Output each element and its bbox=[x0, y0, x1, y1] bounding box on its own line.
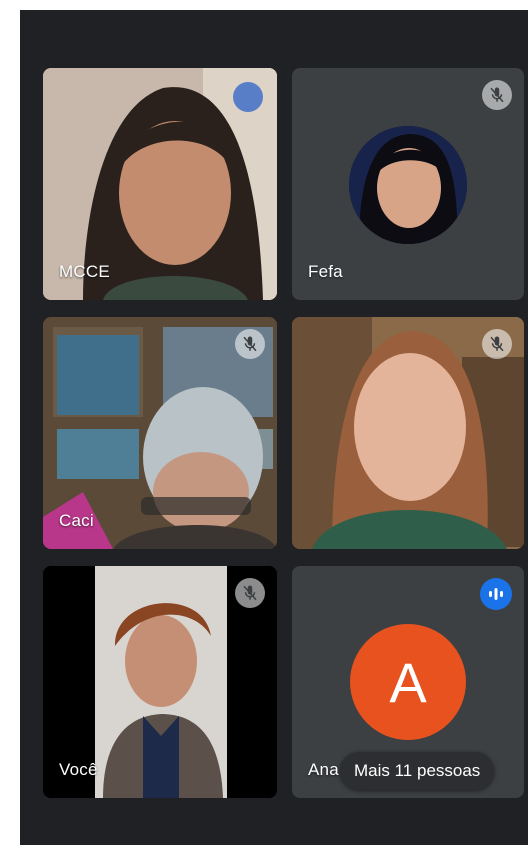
participant-tile-caci[interactable]: Caci bbox=[43, 317, 277, 549]
participant-tile-fefa[interactable]: Fefa bbox=[292, 68, 524, 300]
mic-off-icon bbox=[482, 329, 512, 359]
participant-name: Fefa bbox=[308, 262, 343, 281]
audio-wave-icon bbox=[480, 578, 512, 610]
participant-name: Você bbox=[59, 760, 98, 779]
participant-name: MCCE bbox=[59, 262, 110, 281]
mic-off-icon bbox=[482, 80, 512, 110]
more-people-button[interactable]: Mais 11 pessoas bbox=[340, 752, 495, 790]
status-dot-icon bbox=[233, 82, 263, 112]
mic-off-icon bbox=[235, 578, 265, 608]
participant-tile-mcce[interactable]: MCCE bbox=[43, 68, 277, 300]
participant-name: Ana bbox=[308, 760, 339, 779]
avatar: A bbox=[350, 624, 466, 740]
mic-off-icon bbox=[235, 329, 265, 359]
participant-name: Caci bbox=[59, 511, 94, 530]
participant-tile-4[interactable] bbox=[292, 317, 524, 549]
meeting-grid: MCCE Fefa Caci Você A Ana bbox=[20, 10, 528, 845]
participant-tile-self[interactable]: Você bbox=[43, 566, 277, 798]
participant-avatar bbox=[349, 126, 467, 244]
